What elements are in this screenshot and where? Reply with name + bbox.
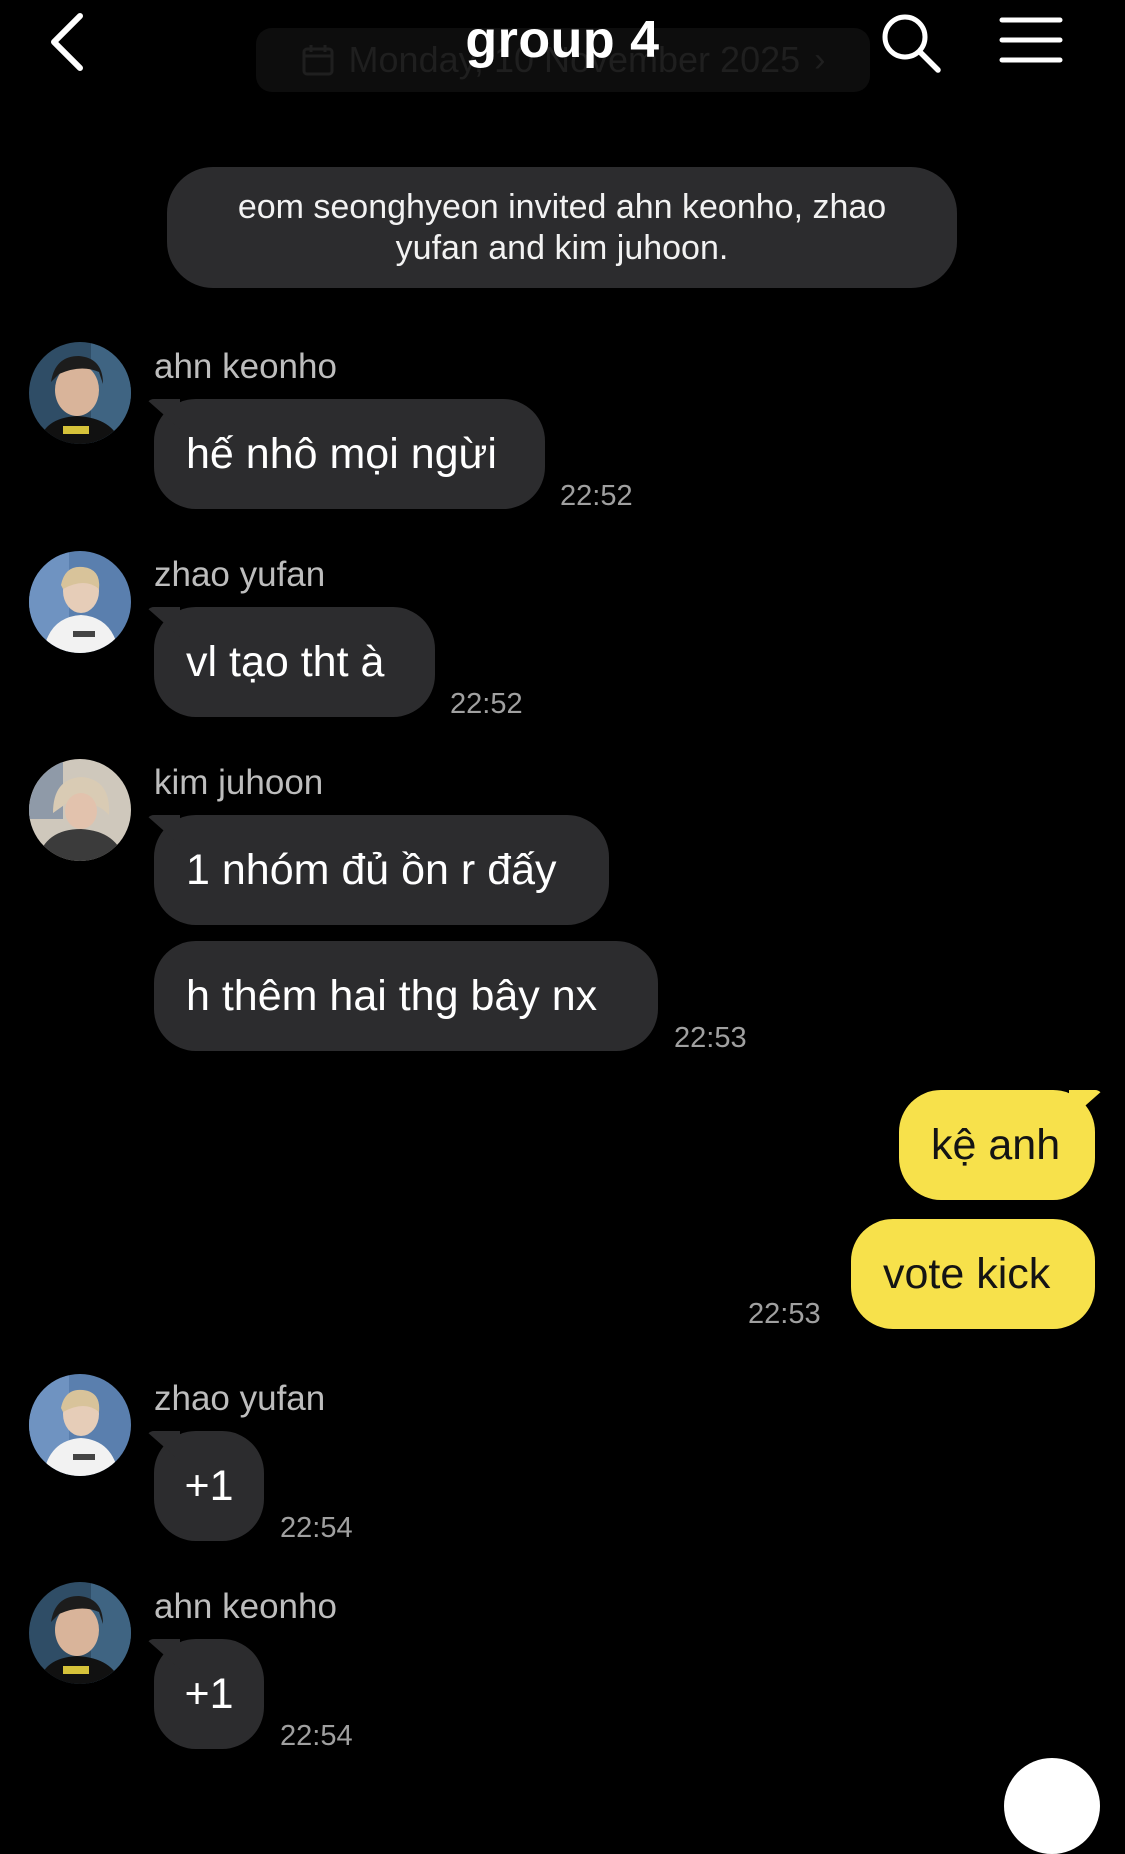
- sender-name: kim juhoon: [154, 763, 324, 802]
- sender-name: ahn keonho: [154, 347, 337, 386]
- date-divider-pill: Monday, 10 November 2025 ›: [256, 28, 870, 92]
- my-message-bubble[interactable]: vote kick: [851, 1219, 1095, 1329]
- chat-header: Monday, 10 November 2025 › group 4: [0, 0, 1125, 100]
- message-timestamp: 22:52: [560, 480, 633, 512]
- avatar-zhao-yufan[interactable]: [29, 1374, 131, 1476]
- search-icon: [882, 14, 941, 73]
- message-timestamp: 22:53: [748, 1298, 821, 1330]
- my-message-bubble[interactable]: kệ anh: [899, 1090, 1095, 1200]
- message-bubble[interactable]: +1: [154, 1639, 264, 1749]
- sender-name: ahn keonho: [154, 1587, 337, 1626]
- menu-button[interactable]: [998, 12, 1064, 68]
- message-bubble[interactable]: h thêm hai thg bây nx: [154, 941, 658, 1051]
- chevron-right-icon: ›: [814, 40, 826, 79]
- calendar-icon: [301, 43, 335, 77]
- message-bubble[interactable]: 1 nhóm đủ ồn r đấy: [154, 815, 609, 925]
- message-bubble[interactable]: hế nhô mọi ngừi: [154, 399, 545, 509]
- scroll-to-bottom-button[interactable]: [1004, 1758, 1100, 1854]
- message-timestamp: 22:53: [674, 1022, 747, 1054]
- message-bubble[interactable]: +1: [154, 1431, 264, 1541]
- message-bubble[interactable]: vl tạo tht à: [154, 607, 435, 717]
- avatar-kim-juhoon[interactable]: [29, 759, 131, 861]
- avatar-ahn-keonho[interactable]: [29, 1582, 131, 1684]
- hamburger-menu-icon: [999, 17, 1063, 63]
- search-button[interactable]: [878, 10, 944, 76]
- system-message: eom seonghyeon invited ahn keonho, zhao …: [167, 167, 957, 288]
- avatar-ahn-keonho[interactable]: [29, 342, 131, 444]
- sender-name: zhao yufan: [154, 555, 326, 594]
- date-label: Monday, 10 November 2025: [348, 39, 801, 80]
- message-timestamp: 22:54: [280, 1512, 353, 1544]
- message-timestamp: 22:54: [280, 1720, 353, 1752]
- back-button[interactable]: [40, 8, 100, 76]
- avatar-zhao-yufan[interactable]: [29, 551, 131, 653]
- sender-name: zhao yufan: [154, 1379, 326, 1418]
- chevron-left-icon: [51, 13, 83, 71]
- message-timestamp: 22:52: [450, 688, 523, 720]
